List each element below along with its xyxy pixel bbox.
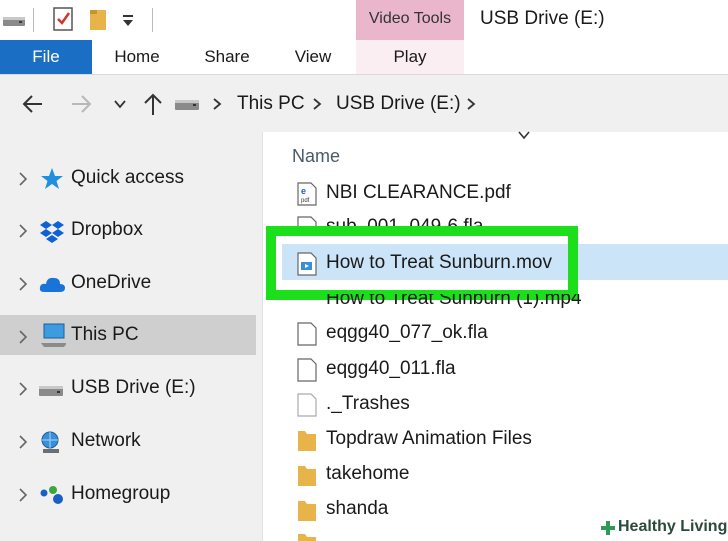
watermark-text: Healthy Living: [618, 518, 728, 535]
tab-file[interactable]: File: [0, 40, 92, 74]
folder-icon: [298, 431, 316, 451]
sort-chevron-icon[interactable]: [516, 128, 532, 142]
up-arrow-icon[interactable]: [142, 91, 164, 117]
file-name: takehome: [326, 463, 410, 484]
file-name: NBI CLEARANCE.pdf: [326, 182, 511, 203]
file-row[interactable]: eqgg40_077_ok.fla: [292, 318, 728, 350]
cloud-icon: [39, 277, 65, 292]
computer-icon: [41, 323, 66, 347]
nav-item-label: Dropbox: [71, 219, 143, 240]
expand-chevron-icon[interactable]: [14, 274, 34, 294]
forward-arrow-icon[interactable]: [68, 92, 94, 116]
expand-chevron-icon[interactable]: [14, 169, 34, 189]
nav-item-homegroup[interactable]: Homegroup: [0, 473, 256, 517]
file-row[interactable]: ._Trashes: [292, 389, 728, 421]
recent-locations-chevron-icon[interactable]: [112, 96, 128, 112]
nav-item-usb-drive[interactable]: USB Drive (E:): [0, 367, 256, 411]
tab-share[interactable]: Share: [190, 40, 264, 74]
file-row[interactable]: Topdraw Animation Files: [292, 424, 728, 456]
address-drive-icon: [174, 95, 202, 113]
new-folder-icon[interactable]: [88, 6, 110, 32]
breadcrumb-usb-drive[interactable]: USB Drive (E:): [336, 93, 461, 115]
separator: [33, 8, 34, 32]
network-icon: [41, 431, 59, 453]
pdf-icon: e pdf: [297, 182, 317, 206]
file-name: Topdraw Animation Files: [326, 428, 532, 449]
nav-item-label: This PC: [71, 324, 139, 345]
file-name: shanda: [326, 498, 389, 519]
breadcrumb-separator-icon[interactable]: [464, 96, 478, 112]
svg-text:pdf: pdf: [301, 198, 310, 204]
nav-item-quick-access[interactable]: Quick access: [0, 157, 256, 201]
file-row[interactable]: takehome: [292, 459, 728, 491]
separator: [152, 8, 153, 32]
back-arrow-icon[interactable]: [20, 92, 46, 116]
tab-home[interactable]: Home: [100, 40, 174, 74]
nav-item-label: Quick access: [71, 167, 184, 188]
nav-item-label: Network: [71, 430, 141, 451]
nav-item-onedrive[interactable]: OneDrive: [0, 262, 256, 306]
expand-chevron-icon[interactable]: [14, 379, 34, 399]
expand-chevron-icon[interactable]: [14, 485, 34, 505]
homegroup-icon: [40, 486, 63, 504]
tab-play[interactable]: Play: [356, 40, 464, 74]
nav-item-label: USB Drive (E:): [71, 377, 196, 398]
file-name: How to Treat Sunburn.mov: [326, 252, 552, 273]
drive-icon[interactable]: [2, 10, 26, 30]
expand-chevron-icon[interactable]: [14, 327, 34, 347]
file-name: eqgg40_077_ok.fla: [326, 322, 488, 343]
nav-item-dropbox[interactable]: Dropbox: [0, 209, 256, 253]
file-row[interactable]: e pdf NBI CLEARANCE.pdf: [292, 178, 728, 210]
drive-icon: [39, 386, 63, 396]
tab-view[interactable]: View: [276, 40, 350, 74]
window-title: USB Drive (E:): [480, 8, 605, 29]
file-name: eqgg40_011.fla: [326, 358, 456, 379]
file-row[interactable]: eqgg40_011.fla: [292, 354, 728, 386]
column-header-name[interactable]: Name: [292, 146, 340, 167]
file-name: How to Treat Sunburn (1).mp4: [326, 294, 582, 309]
file-icon: [297, 322, 317, 346]
nav-item-label: OneDrive: [71, 272, 152, 293]
folder-icon: [296, 531, 318, 541]
breadcrumb-separator-icon[interactable]: [310, 96, 324, 112]
svg-text:e: e: [301, 186, 306, 196]
dropbox-icon: [40, 221, 64, 243]
file-row-selected[interactable]: How to Treat Sunburn.mov: [292, 248, 728, 280]
expand-chevron-icon[interactable]: [14, 432, 34, 452]
watermark-badge: Healthy Living: [596, 515, 728, 541]
nav-item-network[interactable]: Network: [0, 420, 256, 464]
file-icon: [297, 393, 317, 417]
nav-item-this-pc[interactable]: This PC: [0, 315, 256, 355]
file-name: ._Trashes: [326, 393, 410, 414]
file-row[interactable]: How to Treat Sunburn (1).mp4: [292, 294, 728, 310]
nav-item-label: Homegroup: [71, 483, 171, 504]
video-file-icon: [297, 252, 317, 276]
customize-quick-access-icon[interactable]: [120, 12, 136, 28]
video-tools-label: Video Tools: [368, 10, 452, 27]
star-icon: [41, 168, 63, 189]
file-icon: [297, 358, 317, 382]
plus-icon: [601, 521, 615, 535]
properties-icon[interactable]: [52, 5, 74, 33]
breadcrumb-separator-icon[interactable]: [210, 96, 224, 112]
folder-icon: [298, 501, 316, 521]
breadcrumb-this-pc[interactable]: This PC: [237, 93, 305, 115]
folder-icon: [298, 466, 316, 486]
expand-chevron-icon[interactable]: [14, 221, 34, 241]
